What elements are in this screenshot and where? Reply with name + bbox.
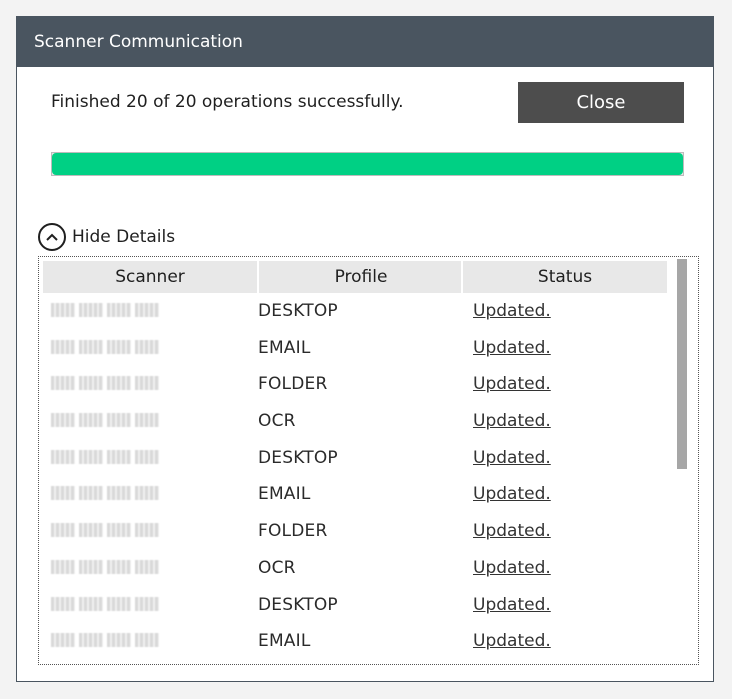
redacted-octet (79, 523, 103, 538)
redacted-octet (51, 596, 75, 611)
table-row: EMAIL Updated. (43, 330, 667, 367)
status-link[interactable]: Updated. (473, 631, 551, 651)
scanner-address-redacted (51, 559, 159, 574)
table-row: EMAIL Updated. (43, 476, 667, 513)
scanner-address-redacted (51, 376, 159, 391)
redacted-octet (79, 486, 103, 501)
redacted-octet (107, 486, 131, 501)
status-link[interactable]: Updated. (473, 448, 551, 468)
status-link[interactable]: Updated. (473, 558, 551, 578)
close-button[interactable]: Close (518, 82, 684, 123)
chevron-up-icon (38, 223, 66, 251)
progress-bar (51, 152, 684, 176)
status-link[interactable]: Updated. (473, 338, 551, 358)
redacted-octet (107, 339, 131, 354)
redacted-octet (107, 559, 131, 574)
redacted-octet (107, 303, 131, 317)
redacted-octet (135, 449, 159, 464)
redacted-octet (51, 339, 75, 354)
details-table: Scanner Profile Status DESKTOP Updated. EM… (38, 256, 699, 665)
scanner-communication-dialog: Scanner Communication Finished 20 of 20 … (16, 16, 714, 682)
profile-cell: OCR (258, 557, 296, 578)
column-header-profile[interactable]: Profile (257, 261, 463, 293)
redacted-octet (107, 376, 131, 391)
table-row: OCR Updated. (43, 403, 667, 440)
profile-cell: EMAIL (258, 484, 311, 505)
redacted-octet (135, 303, 159, 317)
redacted-octet (135, 413, 159, 428)
redacted-octet (51, 559, 75, 574)
table-row: FOLDER Updated. (43, 513, 667, 550)
scanner-address-redacted (51, 303, 159, 317)
redacted-octet (51, 523, 75, 538)
scanner-address-redacted (51, 596, 159, 611)
column-header-scanner[interactable]: Scanner (43, 261, 257, 293)
redacted-octet (135, 596, 159, 611)
hide-details-toggle[interactable]: Hide Details (38, 223, 175, 251)
profile-cell: EMAIL (258, 631, 311, 652)
dialog-title: Scanner Communication (17, 17, 713, 67)
redacted-octet (51, 486, 75, 501)
status-link[interactable]: Updated. (473, 521, 551, 541)
table-row: DESKTOP Updated. (43, 440, 667, 477)
redacted-octet (79, 339, 103, 354)
redacted-octet (135, 486, 159, 501)
scrollbar-thumb[interactable] (677, 259, 687, 469)
redacted-octet (79, 376, 103, 391)
table-row: FOLDER Updated. (43, 366, 667, 403)
scanner-address-redacted (51, 413, 159, 428)
redacted-octet (51, 413, 75, 428)
profile-cell: OCR (258, 411, 296, 432)
profile-cell: EMAIL (258, 337, 311, 358)
vertical-scrollbar[interactable] (673, 259, 693, 662)
redacted-octet (135, 339, 159, 354)
table-row: DESKTOP Updated. (43, 293, 667, 330)
redacted-octet (79, 449, 103, 464)
redacted-octet (135, 633, 159, 648)
redacted-octet (79, 596, 103, 611)
status-link[interactable]: Updated. (473, 411, 551, 431)
status-link[interactable]: Updated. (473, 484, 551, 504)
column-header-status[interactable]: Status (461, 261, 667, 293)
scanner-address-redacted (51, 486, 159, 501)
redacted-octet (51, 633, 75, 648)
profile-cell: DESKTOP (258, 301, 338, 321)
hide-details-label: Hide Details (72, 227, 176, 247)
status-link[interactable]: Updated. (473, 595, 551, 615)
redacted-octet (79, 633, 103, 648)
scanner-address-redacted (51, 339, 159, 354)
redacted-octet (79, 303, 103, 317)
profile-cell: FOLDER (258, 374, 328, 395)
status-link[interactable]: Updated. (473, 301, 551, 321)
table-row: OCR Updated. (43, 550, 667, 587)
profile-cell: DESKTOP (258, 594, 338, 615)
table-row: EMAIL Updated. (43, 623, 667, 660)
redacted-octet (51, 449, 75, 464)
redacted-octet (107, 633, 131, 648)
redacted-octet (135, 559, 159, 574)
redacted-octet (107, 523, 131, 538)
redacted-octet (51, 303, 75, 317)
scanner-address-redacted (51, 449, 159, 464)
redacted-octet (107, 413, 131, 428)
redacted-octet (79, 413, 103, 428)
table-header: Scanner Profile Status (43, 261, 667, 293)
redacted-octet (51, 376, 75, 391)
profile-cell: DESKTOP (258, 447, 338, 468)
redacted-octet (135, 376, 159, 391)
redacted-octet (107, 449, 131, 464)
redacted-octet (135, 523, 159, 538)
profile-cell: FOLDER (258, 521, 328, 542)
status-message: Finished 20 of 20 operations successfull… (51, 92, 404, 112)
table-row: DESKTOP Updated. (43, 587, 667, 624)
redacted-octet (107, 596, 131, 611)
status-link[interactable]: Updated. (473, 374, 551, 394)
progress-bar-fill (52, 153, 683, 175)
table-body: DESKTOP Updated. EMAIL Updated. FOLDER Update… (43, 293, 667, 660)
redacted-octet (79, 559, 103, 574)
scanner-address-redacted (51, 523, 159, 538)
scanner-address-redacted (51, 633, 159, 648)
